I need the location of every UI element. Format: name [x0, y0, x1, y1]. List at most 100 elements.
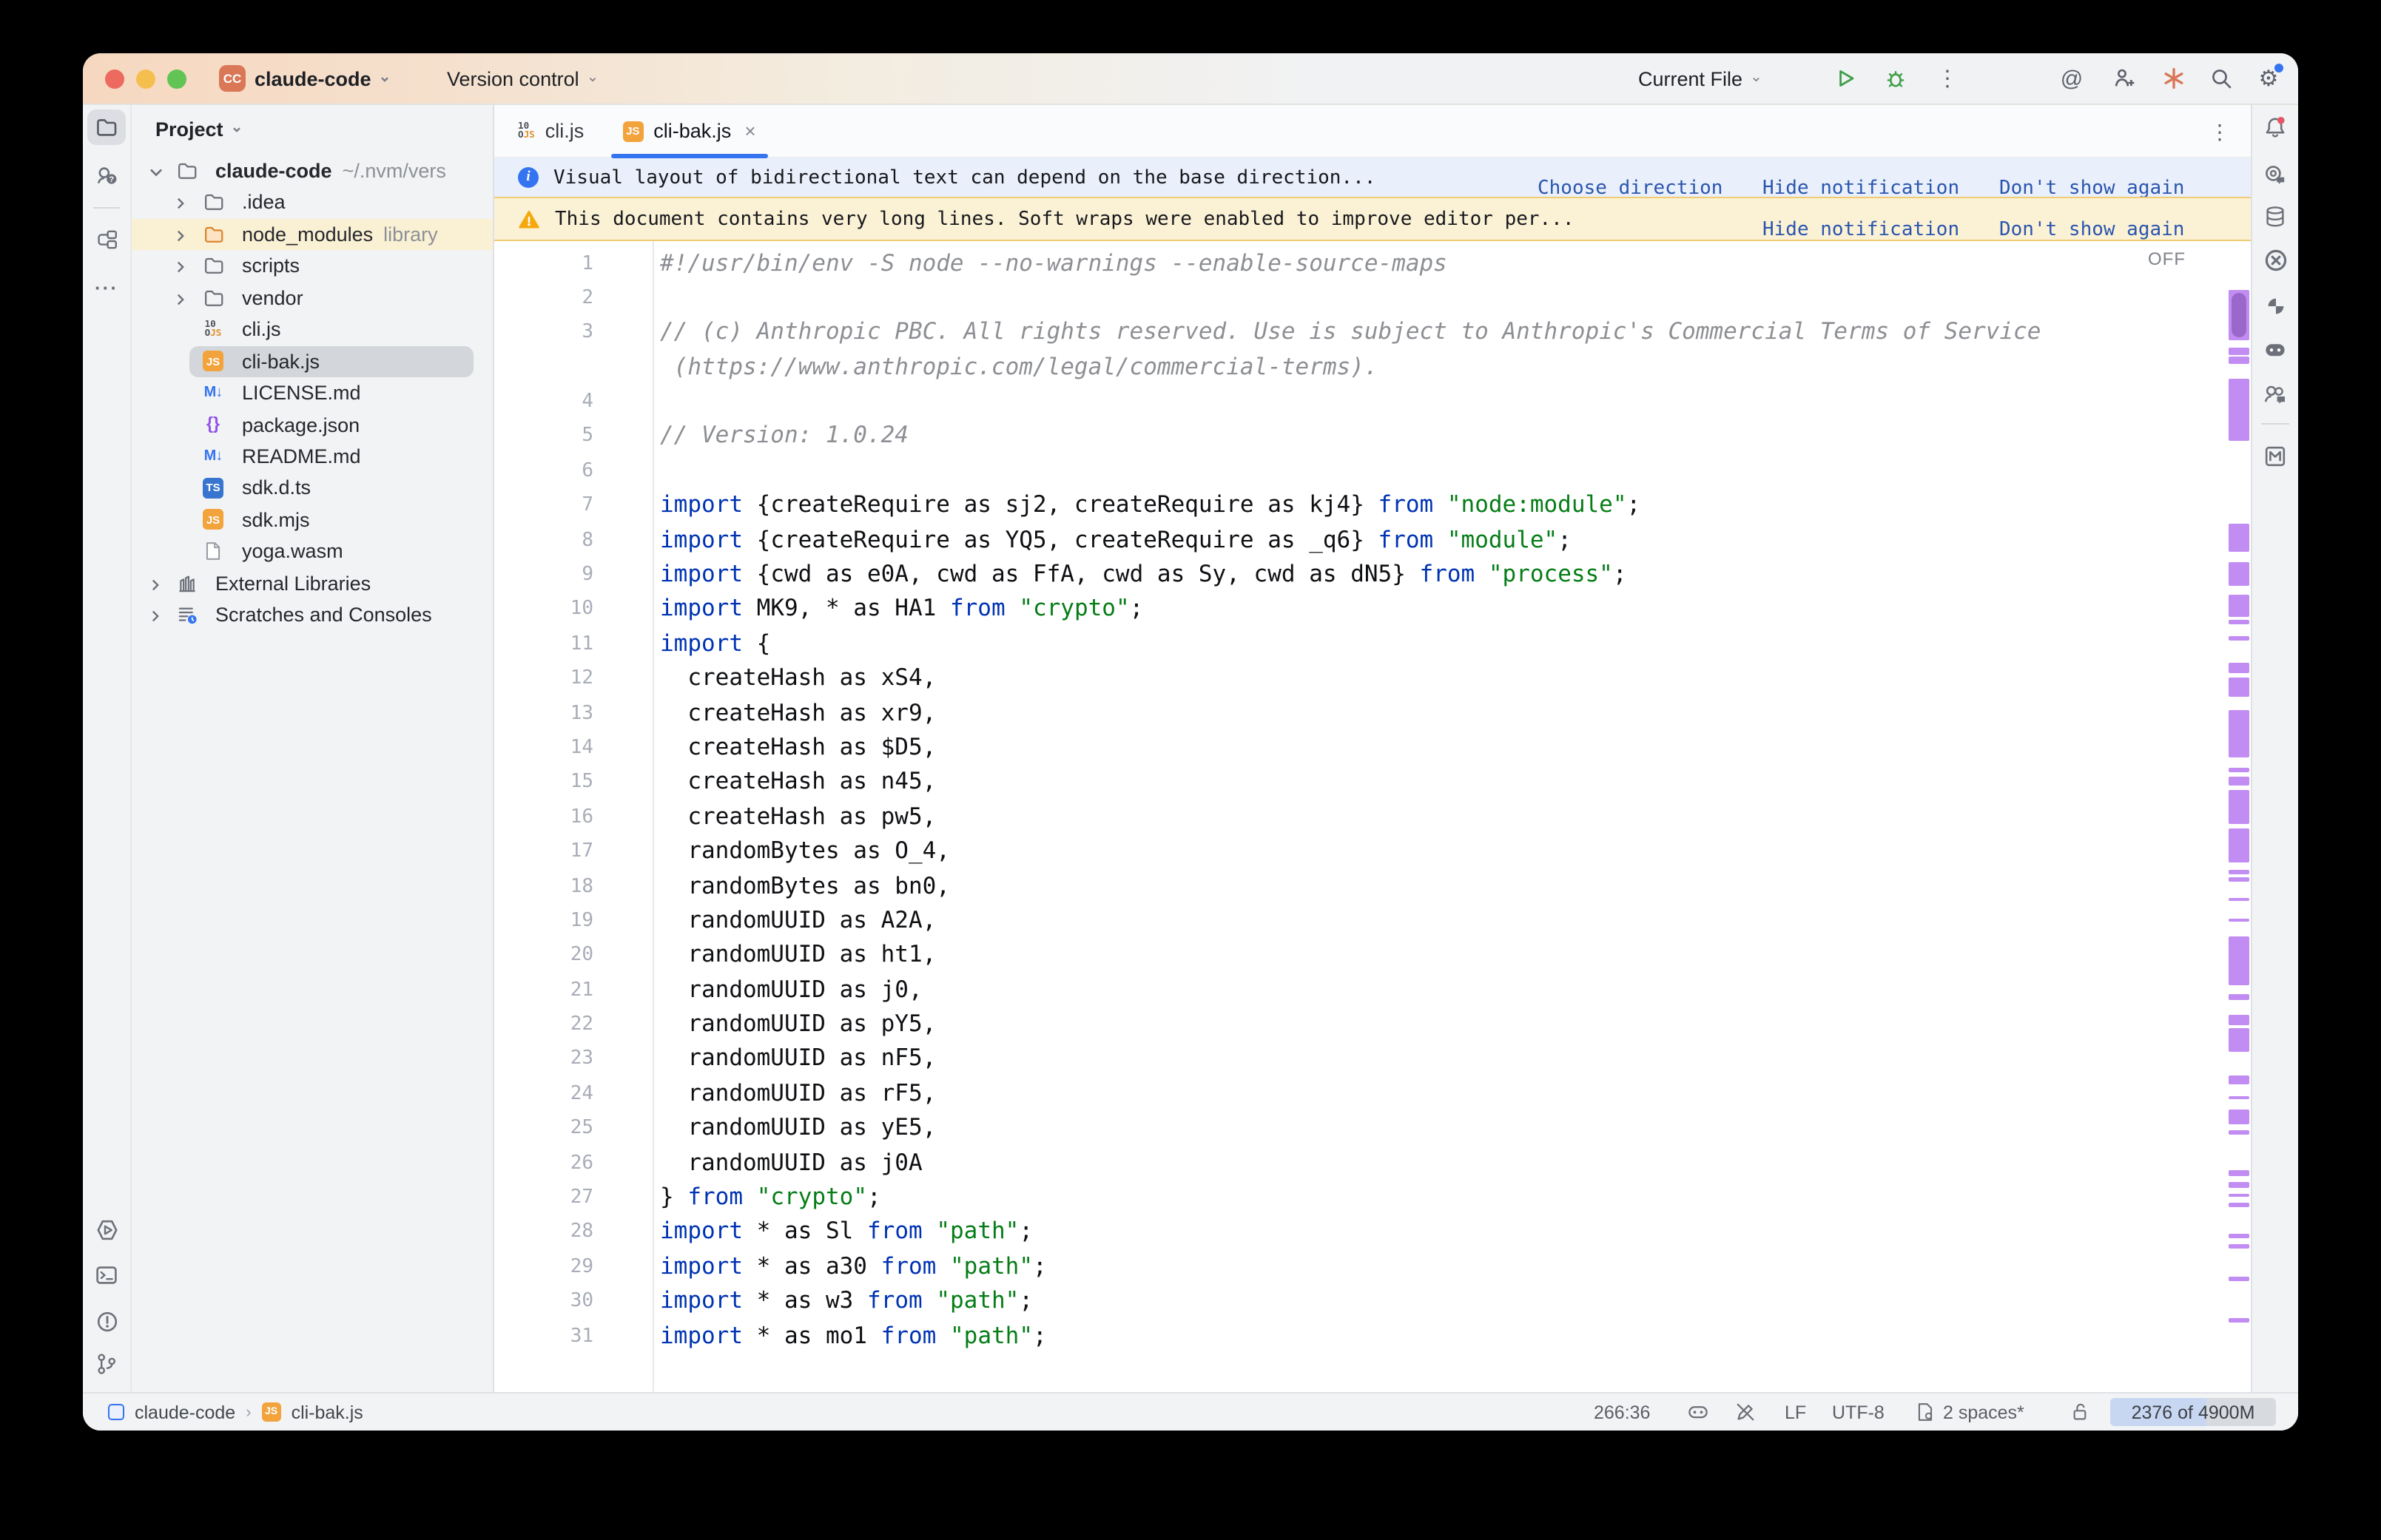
tree-item--idea[interactable]: .idea: [132, 187, 493, 219]
project-menu[interactable]: claude-code ⌄: [255, 53, 391, 104]
tree-item-yoga-wasm[interactable]: yoga.wasm: [132, 536, 493, 568]
line-number[interactable]: 2: [494, 281, 593, 316]
line-number[interactable]: 21: [494, 973, 593, 1007]
line-number[interactable]: 8: [494, 523, 593, 558]
tree-item-node-modules[interactable]: node_moduleslibrary: [132, 219, 493, 251]
terminal-tool-button[interactable]: [83, 1256, 130, 1294]
tree-chevron[interactable]: [173, 290, 188, 312]
tree-chevron[interactable]: [148, 607, 163, 629]
tree-chevron[interactable]: [148, 575, 163, 597]
memory-indicator[interactable]: 2376 of 4900M: [2110, 1398, 2276, 1426]
file-lock-status[interactable]: [2070, 1394, 2091, 1431]
tree-item-claude-code[interactable]: claude-code~/.nvm/vers: [132, 155, 493, 187]
line-number[interactable]: 24: [494, 1077, 593, 1112]
tree-item-scratches-and-consoles[interactable]: Scratches and Consoles: [132, 599, 493, 631]
line-number[interactable]: 29: [494, 1250, 593, 1285]
banner-link-don-t-show-again[interactable]: Don't show again: [1999, 219, 2184, 241]
project-panel-header[interactable]: Project ⌄: [132, 105, 493, 152]
tree-chevron[interactable]: [148, 163, 164, 185]
notifications-button[interactable]: [2252, 108, 2298, 146]
line-separator[interactable]: LF: [1785, 1394, 1806, 1431]
tab-options-button[interactable]: ⋮: [2209, 105, 2230, 158]
run-configuration-selector[interactable]: Current File ⌄: [1638, 53, 1762, 104]
close-tab-icon[interactable]: ×: [744, 120, 755, 142]
scrollbar-error-stripe[interactable]: [2229, 241, 2249, 1394]
database-button[interactable]: [2252, 197, 2298, 235]
profiler-button[interactable]: @: [2052, 53, 2091, 104]
structure-tool-button[interactable]: [83, 220, 130, 259]
vcs-menu[interactable]: Version control ⌄: [447, 53, 599, 104]
tree-item-license-md[interactable]: M↓LICENSE.md: [132, 377, 493, 409]
zoom-window-button[interactable]: [167, 70, 186, 89]
github-copilot-button[interactable]: [2252, 330, 2298, 368]
line-number[interactable]: 10: [494, 592, 593, 627]
project-tool-button[interactable]: [83, 108, 130, 146]
problems-tool-button[interactable]: [83, 1302, 130, 1340]
tree-chevron[interactable]: [173, 226, 188, 249]
line-number[interactable]: 20: [494, 939, 593, 973]
tree-item-sdk-d-ts[interactable]: TSsdk.d.ts: [132, 473, 493, 504]
file-encoding[interactable]: UTF-8: [1832, 1394, 1885, 1431]
code-viewport[interactable]: OFF 1#!/usr/bin/env -S node --no-warning…: [494, 241, 2251, 1394]
line-number[interactable]: 5: [494, 419, 593, 454]
circled-x-plugin-button[interactable]: [2252, 241, 2298, 280]
line-number[interactable]: 19: [494, 904, 593, 939]
line-number[interactable]: 6: [494, 454, 593, 489]
indent-config[interactable]: 2 spaces*: [1943, 1394, 2024, 1431]
tree-item-sdk-mjs[interactable]: JSsdk.mjs: [132, 504, 493, 536]
line-number[interactable]: 7: [494, 488, 593, 523]
tree-chevron[interactable]: [173, 258, 188, 280]
tree-item-package-json[interactable]: {}package.json: [132, 409, 493, 441]
line-number[interactable]: 9: [494, 558, 593, 592]
line-number[interactable]: 1: [494, 246, 593, 281]
pull-requests-tool-button[interactable]: ?: [83, 155, 130, 194]
line-number[interactable]: 27: [494, 1181, 593, 1215]
search-everywhere-button[interactable]: [2202, 53, 2240, 104]
scrollbar-thumb[interactable]: [2232, 293, 2246, 337]
debug-button[interactable]: [1876, 53, 1915, 104]
line-number[interactable]: 12: [494, 661, 593, 696]
line-number[interactable]: 23: [494, 1042, 593, 1077]
minimize-window-button[interactable]: [136, 70, 155, 89]
tree-chevron[interactable]: [173, 195, 188, 217]
copilot-status[interactable]: [1687, 1394, 1709, 1431]
line-number[interactable]: 28: [494, 1215, 593, 1250]
code-with-me-button[interactable]: [2104, 53, 2143, 104]
line-number[interactable]: 11: [494, 627, 593, 662]
banner-link-hide-notification[interactable]: Hide notification: [1762, 219, 1959, 241]
highlighting-status[interactable]: [1734, 1394, 1757, 1431]
line-number[interactable]: 22: [494, 1007, 593, 1042]
m-tool-button[interactable]: [2252, 436, 2298, 475]
more-actions-button[interactable]: ⋮: [1928, 53, 1967, 104]
line-number[interactable]: 14: [494, 731, 593, 766]
caret-position[interactable]: 266:36: [1594, 1394, 1650, 1431]
plugin-shape-button[interactable]: [2252, 287, 2298, 325]
code-with-me-users-button[interactable]: [2252, 376, 2298, 414]
line-number[interactable]: 4: [494, 385, 593, 419]
tree-item-external-libraries[interactable]: External Libraries: [132, 567, 493, 599]
line-number[interactable]: 3: [494, 316, 593, 351]
breadcrumb[interactable]: claude-code › JS cli-bak.js: [108, 1394, 363, 1431]
line-number[interactable]: 16: [494, 800, 593, 835]
line-number[interactable]: 31: [494, 1319, 593, 1354]
tree-item-scripts[interactable]: scripts: [132, 251, 493, 283]
tree-item-cli-js[interactable]: 10OJScli.js: [132, 314, 493, 345]
version-control-tool-button[interactable]: [83, 1345, 130, 1383]
settings-button[interactable]: ⚙: [2249, 53, 2288, 104]
ai-assistant-button[interactable]: [2252, 155, 2298, 194]
line-number[interactable]: 13: [494, 696, 593, 731]
run-button[interactable]: [1826, 53, 1865, 104]
line-number[interactable]: [494, 350, 593, 385]
tree-item-vendor[interactable]: vendor: [132, 283, 493, 314]
more-tool-windows-button[interactable]: ···: [83, 268, 130, 306]
services-tool-button[interactable]: [83, 1210, 130, 1249]
tree-item-cli-bak-js[interactable]: JScli-bak.js: [132, 345, 493, 377]
tree-item-readme-md[interactable]: M↓README.md: [132, 441, 493, 473]
line-number[interactable]: 15: [494, 766, 593, 800]
close-window-button[interactable]: [105, 70, 124, 89]
tab-cli-bak-js[interactable]: JS cli-bak.js ×: [603, 105, 775, 157]
line-number[interactable]: 25: [494, 1112, 593, 1146]
line-number[interactable]: 18: [494, 869, 593, 904]
tab-cli-js[interactable]: 10OJS cli.js: [499, 105, 603, 157]
line-number[interactable]: 26: [494, 1146, 593, 1181]
